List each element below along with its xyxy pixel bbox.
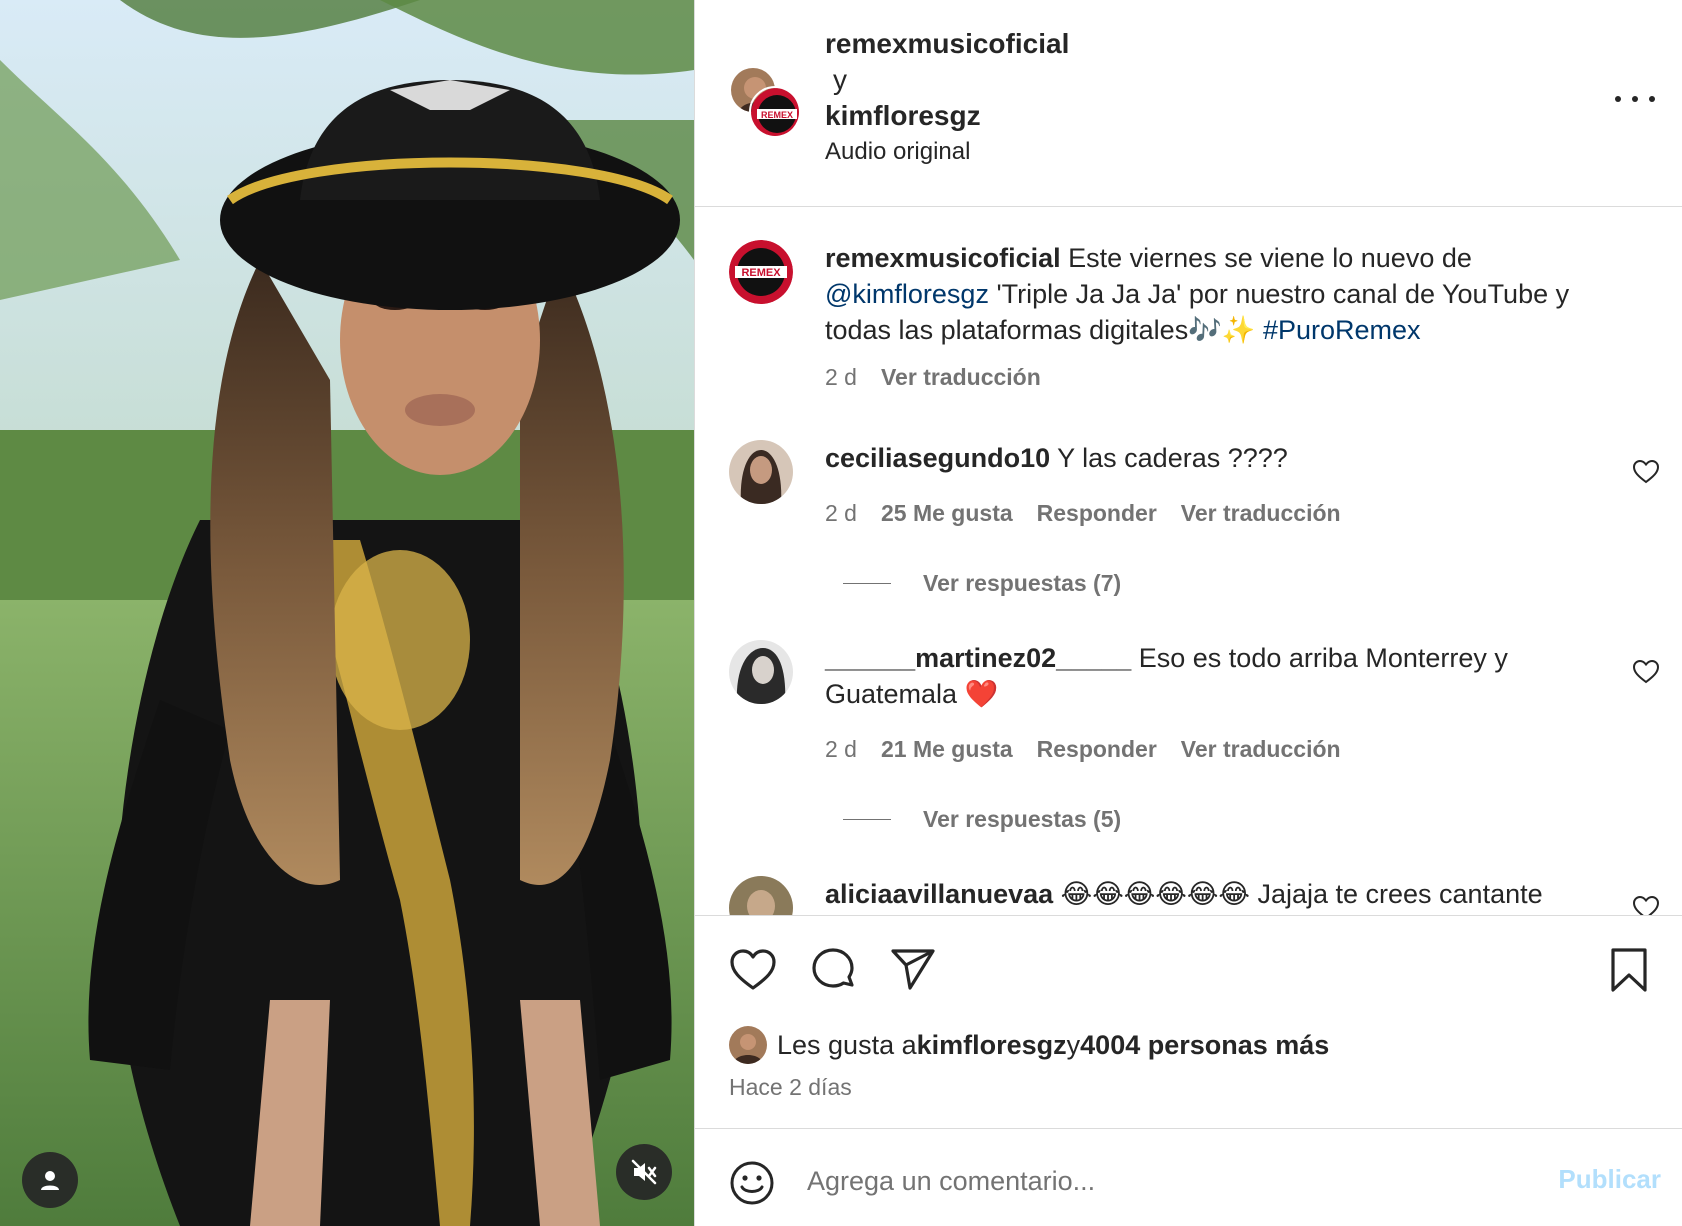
collab-avatars[interactable]: REMEX [729,66,801,138]
post-header: REMEX remexmusicoficial y kimfloresgz Au… [695,0,1682,207]
liker-avatar[interactable] [729,1026,767,1064]
mute-icon [631,1159,657,1185]
caption-username[interactable]: remexmusicoficial [825,243,1061,273]
emoji-icon[interactable] [729,1160,775,1206]
svg-text:REMEX: REMEX [761,110,793,120]
comment-username[interactable]: ______martinez02_____ [825,643,1131,673]
caption-text: remexmusicoficial Este viernes se viene … [825,240,1605,348]
likes-count[interactable]: 4004 personas más [1080,1030,1329,1061]
like-heart-icon[interactable] [729,946,777,994]
replies-divider [843,583,891,584]
likes-summary: Les gusta a kimfloresgz y 4004 personas … [729,1026,1329,1064]
more-icon [1615,96,1621,102]
likes-joiner: y [1066,1029,1081,1060]
replies-divider [843,819,891,820]
post-video-frame [0,0,694,1226]
comment-time: 2 d [825,736,857,762]
comment-like-heart-icon[interactable] [1633,460,1659,484]
comment-username[interactable]: ceciliasegundo10 [825,443,1050,473]
commenter-avatar[interactable] [729,440,793,504]
comment-username[interactable]: aliciaavillanuevaa [825,879,1053,909]
comment-reply-button[interactable]: Responder [1037,500,1157,527]
user-icon [41,1171,59,1190]
post-details-panel: REMEX remexmusicoficial y kimfloresgz Au… [694,0,1682,1226]
coauthor-username[interactable]: kimfloresgz [825,98,1069,134]
post-timestamp[interactable]: Hace 2 días [729,1074,852,1101]
caption-text-part1: Este viernes se viene lo nuevo de [1060,243,1472,273]
caption-time: 2 d [825,364,857,390]
comments-list[interactable]: REMEX remexmusicoficial Este viernes se … [695,208,1682,915]
likes-user[interactable]: kimfloresgz [917,1030,1067,1061]
remex-logo-icon: REMEX [729,240,793,304]
mute-button[interactable] [616,1144,672,1200]
more-icon-dot [1632,96,1638,102]
tagged-users-button[interactable] [22,1152,78,1208]
more-options-button[interactable] [1615,84,1655,114]
comment-reply-button[interactable]: Responder [1037,736,1157,763]
comment-text: ceciliasegundo10 Y las caderas ???? [825,440,1605,476]
author-username[interactable]: remexmusicoficial [825,26,1069,62]
commenter-avatar[interactable] [729,876,793,915]
caption-mention[interactable]: @kimfloresgz [825,279,989,309]
publish-button[interactable]: Publicar [1558,1164,1661,1195]
comment-composer: Publicar [695,1130,1682,1226]
bookmark-icon[interactable] [1605,946,1653,994]
comment-icon[interactable] [809,946,857,994]
comment-translate-link[interactable]: Ver traducción [1181,500,1341,527]
share-icon[interactable] [889,946,937,994]
post-media[interactable] [0,0,694,1226]
collab-joiner: y [833,64,847,95]
svg-text:REMEX: REMEX [741,267,781,279]
view-replies-label[interactable]: Ver respuestas (7) [923,570,1121,597]
caption-meta: 2 d Ver traducción [825,364,1041,391]
comment-likes-count[interactable]: 21 Me gusta [881,736,1013,763]
audio-link[interactable]: Audio original [825,134,1069,170]
author-avatar[interactable]: REMEX [749,86,801,138]
comment-meta: 2 d 21 Me gusta Responder Ver traducción [825,736,1341,763]
comment-input[interactable] [807,1156,1467,1206]
comment-time: 2 d [825,500,857,526]
view-replies-label[interactable]: Ver respuestas (5) [923,806,1121,833]
likes-prefix: Les gusta a [777,1029,917,1060]
comment-likes-count[interactable]: 25 Me gusta [881,500,1013,527]
commenter-avatar[interactable] [729,640,793,704]
comment-content: 😂😂😂😂😂😂 Jajaja te crees cantante [1053,879,1543,909]
view-replies-button[interactable]: Ver respuestas (5) [843,806,1121,833]
comment-like-heart-icon[interactable] [1633,660,1659,684]
comment-meta: 2 d 25 Me gusta Responder Ver traducción [825,500,1341,527]
caption-hashtag[interactable]: #PuroRemex [1263,315,1421,345]
remex-logo-icon: REMEX [751,88,799,136]
comment-text: aliciaavillanuevaa 😂😂😂😂😂😂 Jajaja te cree… [825,876,1605,912]
comment-translate-link[interactable]: Ver traducción [1181,736,1341,763]
caption-translate-link[interactable]: Ver traducción [881,364,1041,391]
comment-like-heart-icon[interactable] [1633,896,1659,915]
comment-content: Y las caderas ???? [1050,443,1288,473]
more-icon-dot [1649,96,1655,102]
post-header-text: remexmusicoficial y kimfloresgz Audio or… [825,26,1069,170]
post-actions: Les gusta a kimfloresgz y 4004 personas … [695,915,1682,1129]
comment-text: ______martinez02_____ Eso es todo arriba… [825,640,1605,712]
author-avatar[interactable]: REMEX [729,240,793,304]
view-replies-button[interactable]: Ver respuestas (7) [843,570,1121,597]
